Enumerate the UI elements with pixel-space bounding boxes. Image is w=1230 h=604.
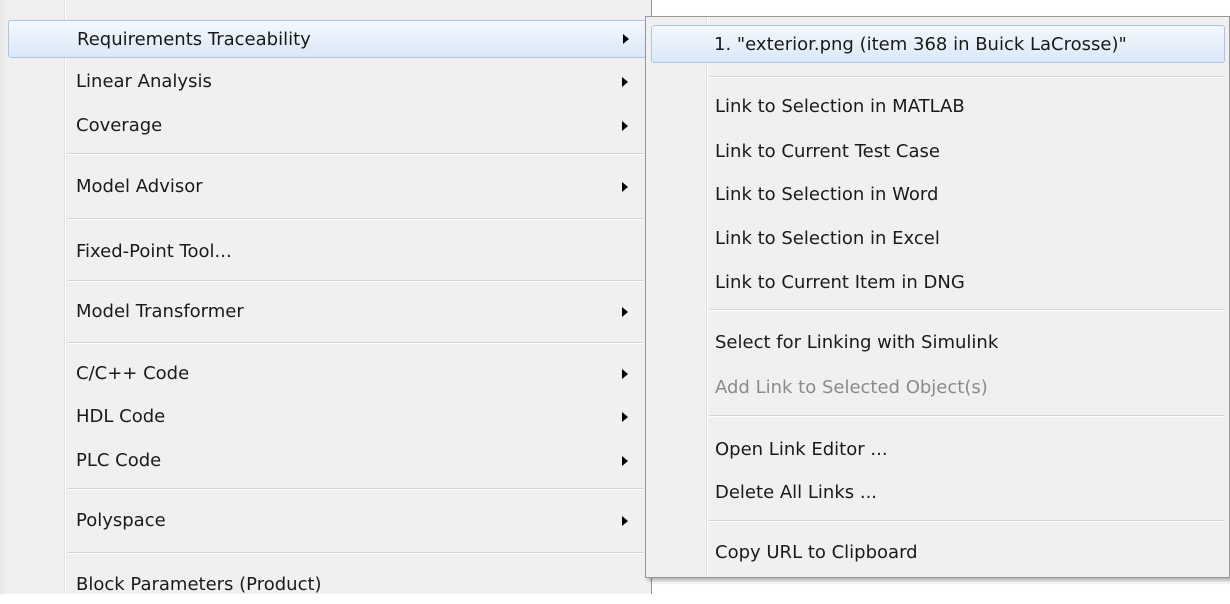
menu-item-label: Requirements Traceability [77, 29, 311, 50]
submenu-arrow-icon [623, 34, 629, 44]
menu-item-model-transformer[interactable]: Model Transformer [6, 293, 644, 331]
menu-item-model-advisor[interactable]: Model Advisor [6, 168, 644, 206]
submenu-item-label: Link to Selection in Word [715, 184, 939, 205]
submenu-item-label: Copy URL to Clipboard [715, 542, 918, 563]
submenu-arrow-icon [622, 516, 628, 526]
menu-item-hdl-code[interactable]: HDL Code [6, 398, 644, 436]
menu-item-fixed-point-tool[interactable]: Fixed-Point Tool... [6, 233, 644, 271]
menu-item-label: PLC Code [76, 450, 162, 471]
menu-item-linear-analysis[interactable]: Linear Analysis [6, 63, 644, 101]
menu-item-c-cpp-code[interactable]: C/C++ Code [6, 355, 644, 393]
menu-separator [67, 342, 644, 344]
menu-item-label: C/C++ Code [76, 363, 190, 384]
submenu-item-copy-url[interactable]: Copy URL to Clipboard [652, 534, 1224, 572]
menu-separator [709, 76, 1224, 78]
submenu-item-link-test-case[interactable]: Link to Current Test Case [652, 133, 1224, 171]
submenu-arrow-icon [622, 307, 628, 317]
submenu-item-label: Select for Linking with Simulink [715, 332, 999, 353]
menu-item-label: Polyspace [76, 510, 166, 531]
menu-separator [709, 309, 1224, 311]
submenu-item-label: Open Link Editor ... [715, 439, 888, 460]
submenu-item-open-link-editor[interactable]: Open Link Editor ... [652, 431, 1224, 469]
submenu-item-label: Delete All Links ... [715, 482, 878, 503]
submenu-item-add-link-selected[interactable]: Add Link to Selected Object(s) [652, 369, 1224, 407]
menu-item-coverage[interactable]: Coverage [6, 107, 644, 145]
menu-separator [67, 218, 644, 220]
submenu-arrow-icon [622, 121, 628, 131]
submenu-arrow-icon [622, 77, 628, 87]
menu-separator [709, 520, 1224, 522]
submenu-item-label: Add Link to Selected Object(s) [715, 377, 988, 398]
submenu-item-label: Link to Selection in MATLAB [715, 96, 965, 117]
submenu-item-select-for-linking[interactable]: Select for Linking with Simulink [652, 324, 1224, 362]
menu-item-label: Model Advisor [76, 176, 203, 197]
menu-item-label: HDL Code [76, 406, 166, 427]
menu-item-label: Linear Analysis [76, 71, 212, 92]
submenu-arrow-icon [622, 182, 628, 192]
submenu-item-label: Link to Selection in Excel [715, 228, 940, 249]
submenu-item-label: Link to Current Item in DNG [715, 272, 965, 293]
submenu-item-delete-all-links[interactable]: Delete All Links ... [652, 474, 1224, 512]
submenu-item-link-word[interactable]: Link to Selection in Word [652, 176, 1224, 214]
menu-item-plc-code[interactable]: PLC Code [6, 442, 644, 480]
requirements-traceability-submenu: 1. "exterior.png (item 368 in Buick LaCr… [645, 16, 1230, 578]
submenu-arrow-icon [622, 456, 628, 466]
menu-item-requirements-traceability[interactable]: Requirements Traceability [8, 20, 648, 58]
menu-item-label: Fixed-Point Tool... [76, 241, 232, 262]
menu-item-label: Model Transformer [76, 301, 244, 322]
menu-separator [67, 488, 644, 490]
submenu-item-link-matlab[interactable]: Link to Selection in MATLAB [652, 88, 1224, 126]
submenu-item-link-excel[interactable]: Link to Selection in Excel [652, 220, 1224, 258]
menu-item-block-parameters[interactable]: Block Parameters (Product) [6, 566, 644, 604]
menu-separator [67, 552, 644, 554]
submenu-item-label: 1. "exterior.png (item 368 in Buick LaCr… [714, 34, 1127, 55]
menu-separator [67, 280, 644, 282]
submenu-item-label: Link to Current Test Case [715, 141, 940, 162]
menu-item-polyspace[interactable]: Polyspace [6, 502, 644, 540]
menu-separator [709, 415, 1224, 417]
submenu-item-link-dng[interactable]: Link to Current Item in DNG [652, 264, 1224, 302]
submenu-arrow-icon [622, 412, 628, 422]
menu-item-label: Block Parameters (Product) [76, 574, 322, 595]
menu-separator [67, 153, 644, 155]
submenu-item-linked-requirement[interactable]: 1. "exterior.png (item 368 in Buick LaCr… [651, 25, 1225, 63]
menu-item-label: Coverage [76, 115, 163, 136]
submenu-arrow-icon [622, 369, 628, 379]
context-menu: Requirements Traceability Linear Analysi… [0, 0, 652, 595]
